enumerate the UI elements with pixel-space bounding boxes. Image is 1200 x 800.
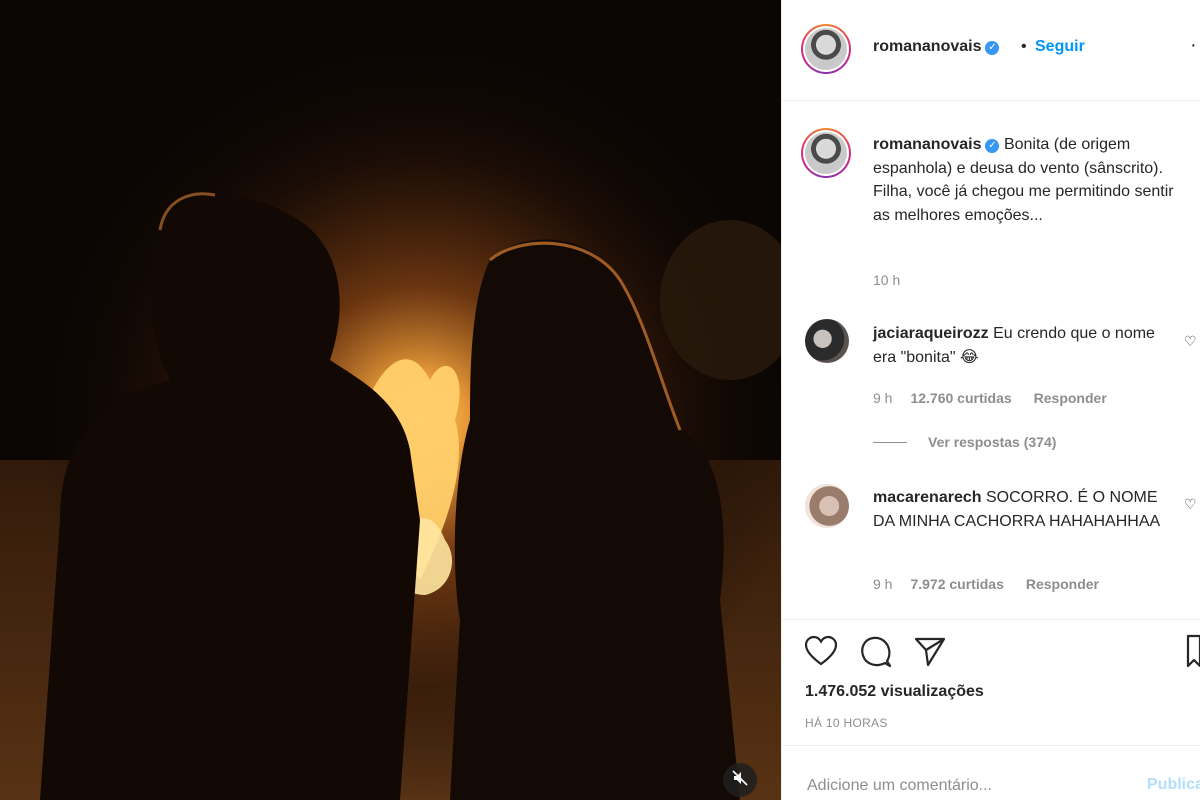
mute-toggle-button[interactable] (723, 763, 757, 797)
comment-meta: 9 h 7.972 curtidas Responder (873, 576, 1121, 592)
reply-button[interactable]: Responder (1034, 390, 1107, 406)
verified-badge-icon: ✓ (985, 139, 1000, 153)
author-avatar[interactable] (801, 24, 851, 74)
comment-avatar[interactable] (805, 484, 849, 528)
post-video[interactable] (0, 0, 781, 800)
comment-username[interactable]: jaciaraqueirozz (873, 325, 989, 342)
caption-username[interactable]: romananovais (873, 136, 981, 153)
comment-box-divider (782, 745, 1200, 746)
comment-username[interactable]: macarenarech (873, 489, 982, 506)
caption: romananovais ✓ Bonita (de origem espanhol… (873, 133, 1183, 227)
replies-line (873, 442, 907, 443)
follow-button[interactable]: Seguir (1035, 38, 1085, 56)
comment-item: macarenarech SOCORRO. É O NOME DA MINHA … (873, 486, 1173, 533)
comment-likes[interactable]: 7.972 curtidas (910, 576, 1003, 592)
comment-meta: 9 h 12.760 curtidas Responder (873, 390, 1129, 406)
comment-likes[interactable]: 12.760 curtidas (910, 390, 1011, 406)
publish-button[interactable]: Publicar (1147, 776, 1200, 794)
caption-timestamp: 10 h (873, 272, 901, 288)
view-replies-link[interactable]: Ver respostas (374) (928, 434, 1056, 450)
view-count[interactable]: 1.476.052 visualizações (805, 683, 984, 701)
comment-input[interactable] (805, 772, 1139, 800)
actions-divider (782, 619, 1200, 620)
header-separator: • (1021, 38, 1027, 55)
comment-avatar[interactable] (805, 319, 849, 363)
comment-time: 9 h (873, 576, 893, 592)
paper-plane-icon[interactable] (913, 634, 947, 673)
post-date: HÁ 10 HORAS (805, 716, 888, 730)
muted-speaker-icon (732, 769, 748, 791)
comment-like-heart-icon[interactable]: ♡ (1184, 496, 1197, 513)
comment-item: jaciaraqueirozz Eu crendo que o nome era… (873, 322, 1173, 369)
comment-like-heart-icon[interactable]: ♡ (1184, 333, 1197, 350)
more-options-icon[interactable]: · (1190, 34, 1197, 57)
reply-button[interactable]: Responder (1026, 576, 1099, 592)
heart-icon[interactable] (804, 635, 838, 672)
caption-author-avatar[interactable] (801, 128, 851, 178)
video-frame (0, 0, 781, 800)
header-divider (782, 100, 1200, 101)
verified-badge-icon: ✓ (985, 41, 1000, 55)
comment-icon[interactable] (859, 635, 893, 674)
author-username[interactable]: romananovais ✓ (873, 38, 1000, 56)
comment-time: 9 h (873, 390, 893, 406)
bookmark-icon[interactable] (1186, 634, 1200, 673)
